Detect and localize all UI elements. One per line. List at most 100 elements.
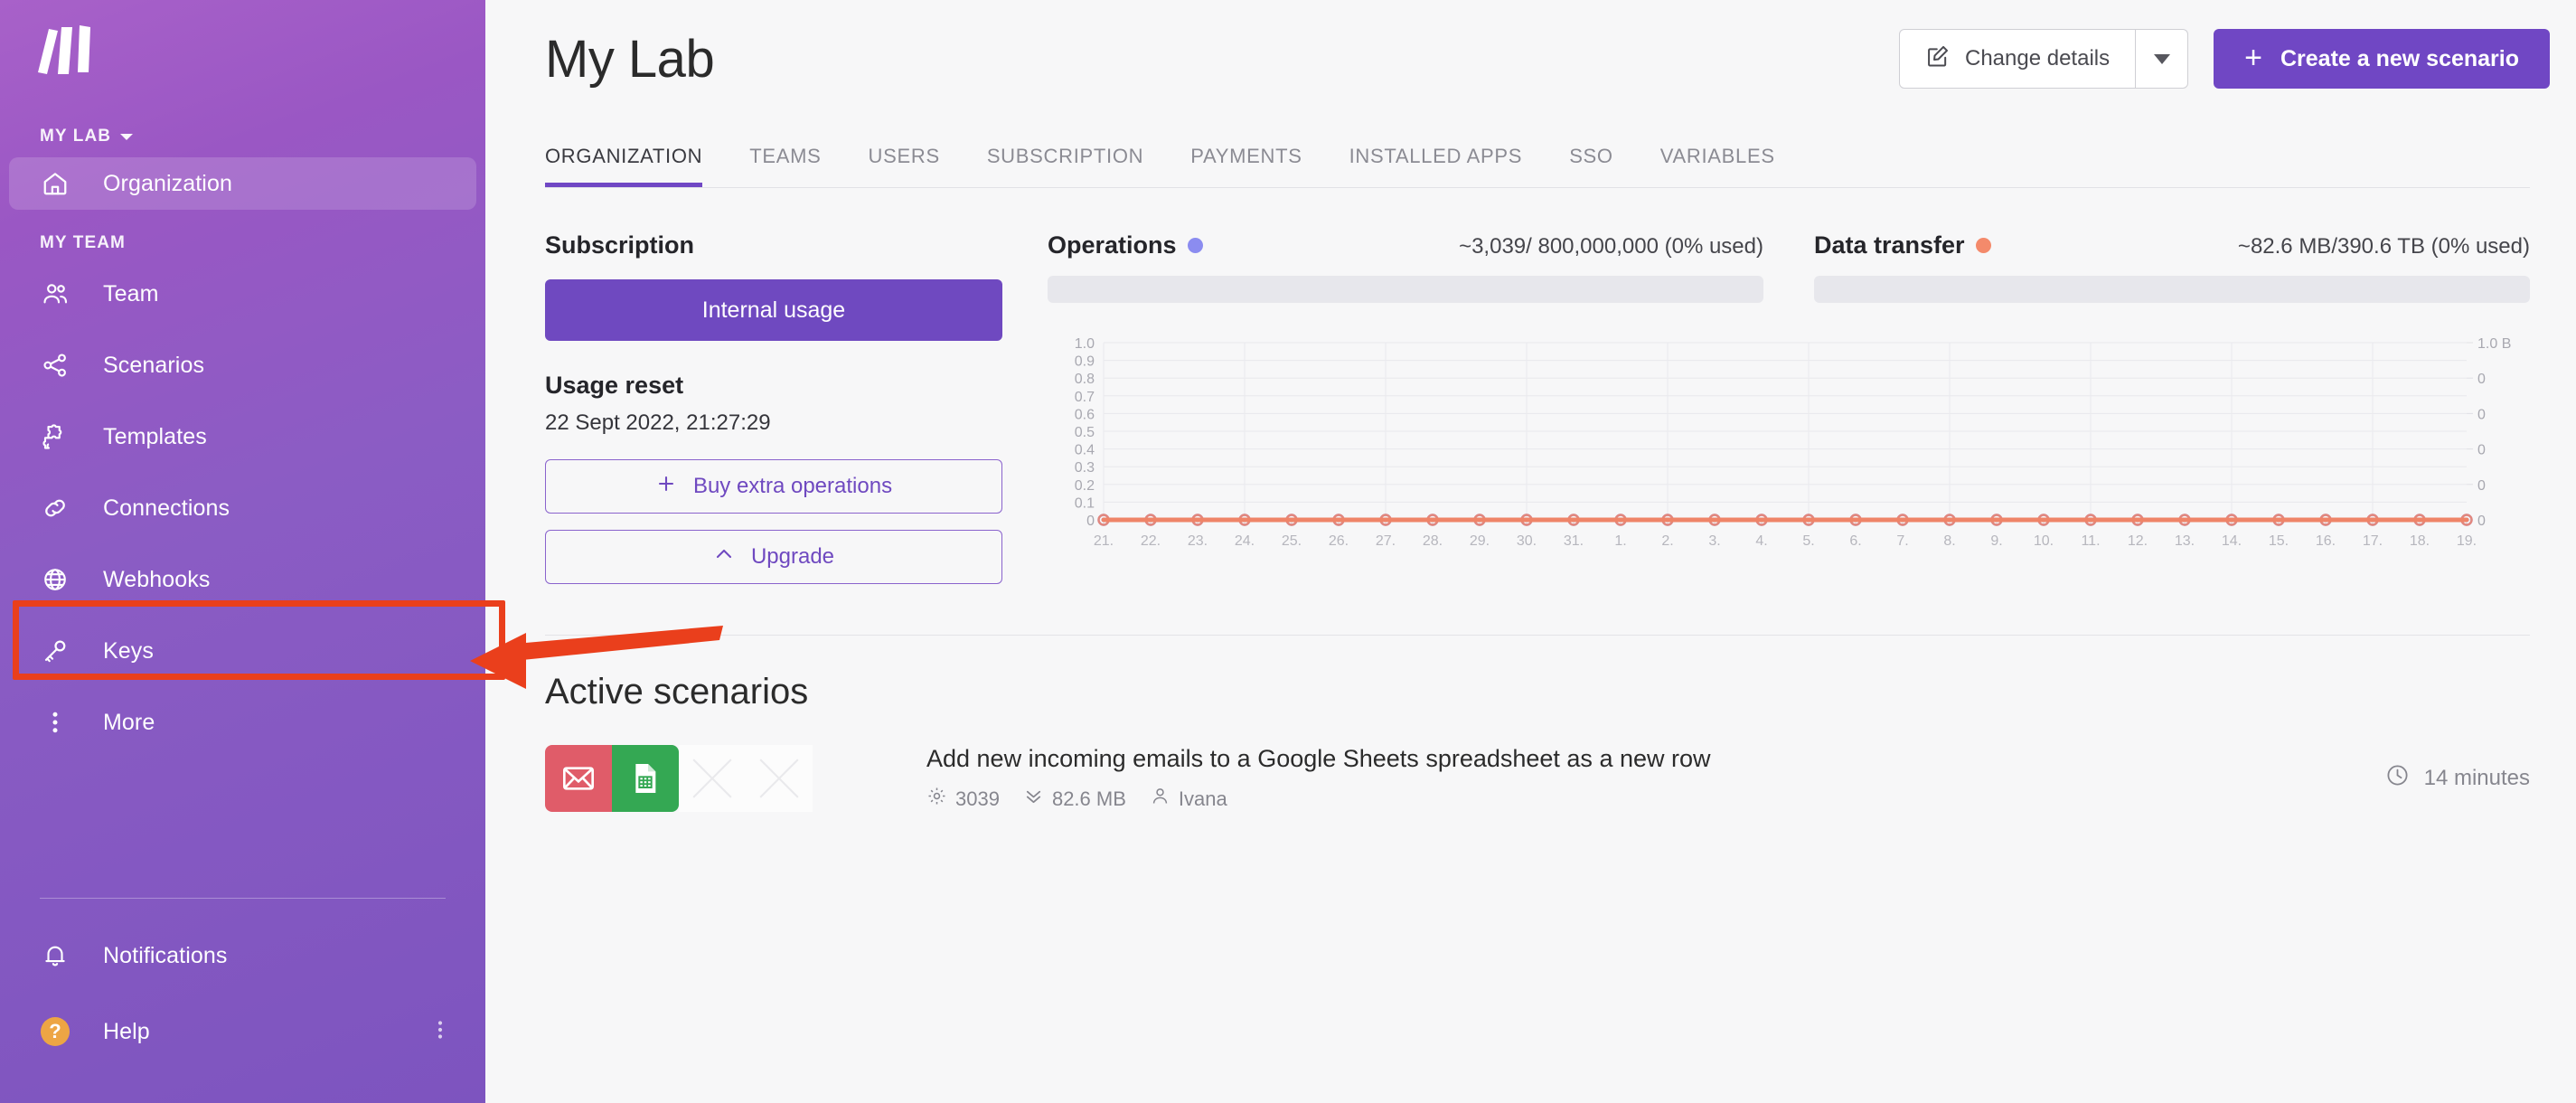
people-icon	[40, 278, 71, 309]
meter-title: Data transfer	[1814, 231, 1991, 259]
main-content: My Lab Change details + Create a new sce…	[485, 0, 2576, 1103]
sidebar-item-scenarios[interactable]: Scenarios	[9, 339, 476, 391]
meter-title-text: Data transfer	[1814, 231, 1965, 259]
svg-text:26.: 26.	[1329, 533, 1349, 549]
dashboard-content: Subscription Internal usage Usage reset …	[485, 188, 2576, 600]
svg-text:0: 0	[2477, 478, 2486, 494]
svg-text:0: 0	[2477, 407, 2486, 422]
svg-text:0: 0	[2477, 514, 2486, 529]
svg-text:0.9: 0.9	[1075, 354, 1095, 370]
svg-text:8.: 8.	[1943, 533, 1955, 549]
sidebar-item-label: Team	[103, 280, 159, 306]
tab-label: PAYMENTS	[1190, 145, 1302, 167]
svg-text:2.: 2.	[1661, 533, 1673, 549]
app-root: MY LAB Organization MY TEAM Team Scenari…	[0, 0, 2576, 1103]
tab-label: ORGANIZATION	[545, 145, 703, 167]
tab-organization[interactable]: ORGANIZATION	[545, 145, 726, 188]
sidebar-item-label: Scenarios	[103, 352, 205, 378]
change-details-label: Change details	[1965, 46, 2111, 71]
data-transfer-progress-bar	[1814, 276, 2530, 303]
active-scenarios-heading: Active scenarios	[545, 672, 809, 712]
usage-panel: Operations ~3,039/ 800,000,000 (0% used)…	[1048, 231, 2530, 600]
google-sheets-icon	[612, 745, 679, 812]
make-logo[interactable]	[34, 24, 98, 80]
tab-variables[interactable]: VARIABLES	[1637, 145, 1799, 188]
meter-data-transfer: Data transfer ~82.6 MB/390.6 TB (0% used…	[1814, 231, 2530, 303]
scenario-row[interactable]: Add new incoming emails to a Google Shee…	[485, 712, 2576, 812]
sidebar-item-more[interactable]: More	[9, 696, 476, 749]
change-details-dropdown-toggle[interactable]	[2135, 30, 2187, 88]
tab-subscription[interactable]: SUBSCRIPTION	[964, 145, 1167, 188]
clock-icon	[2385, 763, 2410, 794]
svg-text:31.: 31.	[1564, 533, 1584, 549]
upgrade-button[interactable]: Upgrade	[545, 530, 1002, 584]
page-title: My Lab	[545, 29, 715, 89]
svg-text:13.: 13.	[2175, 533, 2195, 549]
sidebar-item-connections[interactable]: Connections	[9, 482, 476, 534]
tab-installed-apps[interactable]: INSTALLED APPS	[1326, 145, 1547, 188]
team-section-label: MY TEAM	[40, 233, 485, 253]
question-circle-icon: ?	[40, 1016, 71, 1047]
plus-icon	[655, 473, 677, 501]
svg-text:1.: 1.	[1614, 533, 1626, 549]
scenario-name[interactable]: Add new incoming emails to a Google Shee…	[926, 745, 1711, 773]
scenario-meta: 3039 82.6 MB Ivana	[926, 786, 1711, 812]
tab-label: SSO	[1569, 145, 1613, 167]
create-scenario-button[interactable]: + Create a new scenario	[2214, 29, 2550, 89]
sidebar-bottom: Notifications ? Help	[0, 891, 485, 1103]
tab-teams[interactable]: TEAMS	[726, 145, 844, 188]
sidebar-item-label: Keys	[103, 637, 154, 664]
svg-text:0: 0	[1086, 514, 1095, 529]
create-scenario-label: Create a new scenario	[2280, 45, 2519, 71]
usage-chart-svg: 1.00.90.80.70.60.50.40.30.20.101.0 B0000…	[1075, 336, 2512, 549]
svg-text:23.: 23.	[1188, 533, 1208, 549]
tab-label: USERS	[868, 145, 940, 167]
placeholder-x-icon	[679, 745, 746, 812]
sidebar-item-notifications[interactable]: Notifications	[9, 929, 476, 982]
operations-color-dot-icon	[1187, 238, 1203, 253]
sidebar-item-team[interactable]: Team	[9, 268, 476, 320]
svg-text:7.: 7.	[1896, 533, 1908, 549]
sidebar-item-templates[interactable]: Templates	[9, 410, 476, 463]
globe-icon	[40, 564, 71, 595]
scenario-interval-value: 14 minutes	[2423, 766, 2530, 790]
svg-text:0.2: 0.2	[1075, 478, 1095, 494]
scenario-info: Add new incoming emails to a Google Shee…	[926, 745, 1711, 812]
org-section-label-text: MY LAB	[40, 127, 112, 146]
sidebar-item-label: Help	[103, 1018, 150, 1044]
svg-text:16.: 16.	[2316, 533, 2336, 549]
sidebar-item-label: Templates	[103, 423, 207, 449]
svg-text:0.5: 0.5	[1075, 425, 1095, 440]
bell-icon	[40, 940, 71, 971]
sidebar-item-label: Webhooks	[103, 566, 211, 592]
team-section-label-text: MY TEAM	[40, 233, 126, 252]
operations-progress-bar	[1048, 276, 1763, 303]
svg-text:0: 0	[2477, 443, 2486, 458]
change-details-split-button[interactable]: Change details	[1899, 29, 2189, 89]
svg-text:17.: 17.	[2363, 533, 2383, 549]
link-icon	[40, 493, 71, 523]
usage-reset-date: 22 Sept 2022, 21:27:29	[545, 410, 771, 435]
sidebar-item-keys[interactable]: Keys	[9, 625, 476, 677]
sidebar-item-help[interactable]: ? Help	[9, 1005, 476, 1058]
buy-extra-operations-button[interactable]: Buy extra operations	[545, 459, 1002, 514]
meter-value: ~3,039/ 800,000,000 (0% used)	[1459, 234, 1763, 259]
scenario-owner-value: Ivana	[1178, 787, 1227, 810]
kebab-icon	[40, 707, 71, 738]
svg-text:0.3: 0.3	[1075, 460, 1095, 476]
svg-text:15.: 15.	[2269, 533, 2289, 549]
scenario-interval: 14 minutes	[2385, 763, 2530, 794]
tab-sso[interactable]: SSO	[1546, 145, 1637, 188]
tab-users[interactable]: USERS	[845, 145, 964, 188]
scenario-transfer: 82.6 MB	[1023, 786, 1126, 812]
meter-operations: Operations ~3,039/ 800,000,000 (0% used)	[1048, 231, 1763, 303]
subscription-heading: Subscription	[545, 231, 695, 259]
sidebar-item-organization[interactable]: Organization	[9, 157, 476, 210]
sidebar-item-webhooks[interactable]: Webhooks	[9, 553, 476, 606]
gear-icon	[926, 786, 947, 812]
org-section-label[interactable]: MY LAB	[40, 127, 485, 146]
sidebar-nav-list: Team Scenarios Templates Connections Web…	[0, 268, 485, 768]
change-details-button[interactable]: Change details	[1900, 30, 2135, 88]
tab-payments[interactable]: PAYMENTS	[1167, 145, 1325, 188]
help-kebab-icon[interactable]	[429, 1019, 451, 1045]
